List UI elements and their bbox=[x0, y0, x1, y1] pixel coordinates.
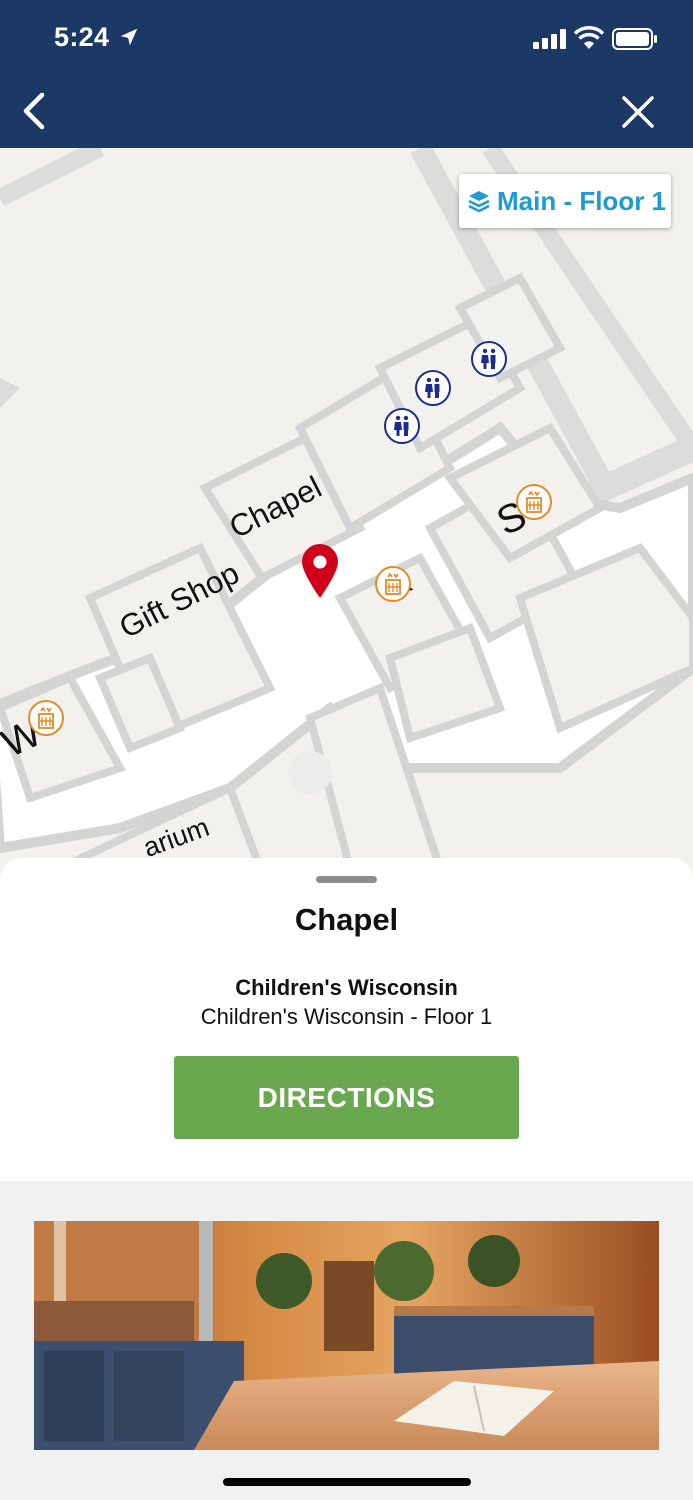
elevator-poi[interactable] bbox=[516, 484, 552, 520]
venue-name: Children's Wisconsin bbox=[235, 975, 458, 1000]
close-button[interactable] bbox=[618, 92, 658, 132]
restroom-poi[interactable] bbox=[471, 341, 507, 377]
back-button[interactable] bbox=[18, 90, 52, 132]
elevator-icon bbox=[38, 706, 54, 729]
directions-button[interactable]: DIRECTIONS bbox=[174, 1056, 519, 1139]
location-pin-icon[interactable] bbox=[300, 543, 340, 599]
place-photo bbox=[34, 1221, 659, 1450]
indoor-map[interactable]: S W R Chapel Gift Shop arium Main - Floo… bbox=[0, 148, 693, 868]
restroom-poi[interactable] bbox=[384, 408, 420, 444]
app-header: 5:24 bbox=[0, 0, 693, 148]
elevator-icon bbox=[526, 490, 542, 513]
elevator-poi[interactable] bbox=[28, 700, 64, 736]
floor-selector-label: Main - Floor 1 bbox=[497, 185, 666, 216]
status-time: 5:24 bbox=[54, 22, 110, 52]
elevator-poi[interactable] bbox=[375, 566, 411, 602]
place-title: Chapel bbox=[294, 902, 399, 937]
battery-icon bbox=[612, 28, 657, 50]
sheet-drag-handle[interactable] bbox=[316, 876, 377, 883]
wifi-icon bbox=[573, 26, 605, 49]
location-arrow-icon bbox=[120, 28, 138, 46]
elevator-icon bbox=[385, 572, 401, 595]
place-details-sheet: Chapel Children's Wisconsin Children's W… bbox=[0, 858, 693, 1181]
cellular-signal-icon bbox=[533, 29, 566, 49]
restroom-icon bbox=[394, 415, 409, 436]
floor-selector-button[interactable]: Main - Floor 1 bbox=[459, 174, 671, 228]
venue-floor: Children's Wisconsin - Floor 1 bbox=[200, 1004, 493, 1029]
restroom-icon bbox=[425, 377, 440, 398]
map-floorplan: S W R bbox=[0, 148, 693, 868]
layers-icon bbox=[468, 191, 490, 213]
home-indicator[interactable] bbox=[223, 1478, 471, 1486]
restroom-poi[interactable] bbox=[415, 370, 451, 406]
restroom-icon bbox=[481, 348, 496, 369]
